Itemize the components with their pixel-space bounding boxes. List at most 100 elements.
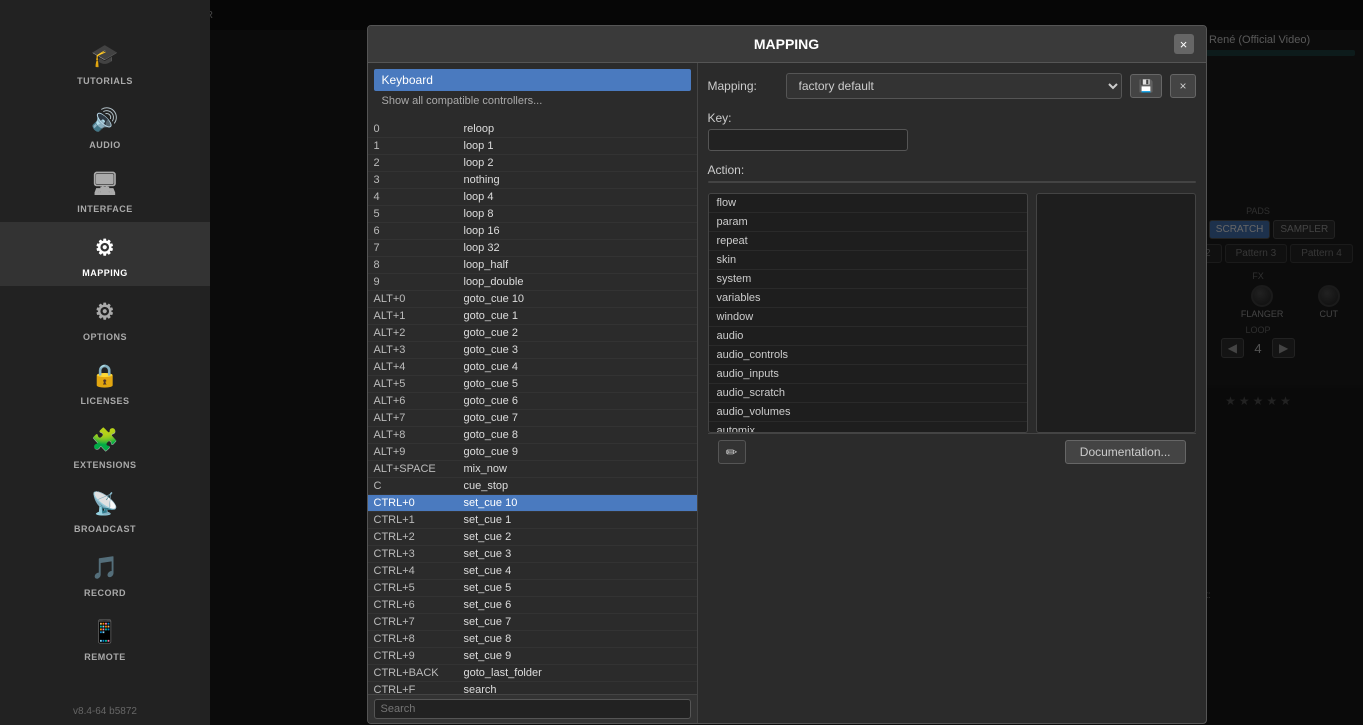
show-compatible-link[interactable]: Show all compatible controllers... bbox=[374, 91, 691, 115]
tutorials-icon: 🎓 bbox=[89, 40, 121, 72]
nav-item-audio[interactable]: 🔊 AUDIO bbox=[0, 94, 210, 158]
binding-row[interactable]: ALT+8 goto_cue 8 bbox=[368, 427, 697, 444]
modal-close-btn[interactable]: × bbox=[1174, 34, 1194, 54]
binding-row[interactable]: 2 loop 2 bbox=[368, 155, 697, 172]
binding-row[interactable]: CTRL+9 set_cue 9 bbox=[368, 648, 697, 665]
binding-row[interactable]: CTRL+3 set_cue 3 bbox=[368, 546, 697, 563]
binding-key: CTRL+4 bbox=[374, 565, 464, 577]
binding-row[interactable]: 4 loop 4 bbox=[368, 189, 697, 206]
mapping-select[interactable]: factory default custom 1 custom 2 bbox=[786, 73, 1122, 99]
extensions-icon: 🧩 bbox=[89, 424, 121, 456]
binding-row[interactable]: 0 reloop bbox=[368, 121, 697, 138]
binding-row[interactable]: 1 loop 1 bbox=[368, 138, 697, 155]
action-list-item[interactable]: flow bbox=[709, 194, 1027, 213]
binding-row[interactable]: ALT+SPACE mix_now bbox=[368, 461, 697, 478]
nav-item-tutorials[interactable]: 🎓 TUTORIALS bbox=[0, 30, 210, 94]
action-list-sub[interactable] bbox=[1036, 193, 1196, 433]
binding-row[interactable]: 8 loop_half bbox=[368, 257, 697, 274]
binding-row[interactable]: ALT+1 goto_cue 1 bbox=[368, 308, 697, 325]
binding-action: set_cue 9 bbox=[464, 650, 691, 662]
binding-row[interactable]: CTRL+4 set_cue 4 bbox=[368, 563, 697, 580]
binding-action: set_cue 1 bbox=[464, 514, 691, 526]
action-label: Action: bbox=[708, 163, 1196, 177]
binding-action: loop 2 bbox=[464, 157, 691, 169]
binding-key: 1 bbox=[374, 140, 464, 152]
action-list-item[interactable]: system bbox=[709, 270, 1027, 289]
binding-key: 4 bbox=[374, 191, 464, 203]
binding-key: 2 bbox=[374, 157, 464, 169]
binding-key: C bbox=[374, 480, 464, 492]
binding-row[interactable]: CTRL+0 set_cue 10 bbox=[368, 495, 697, 512]
binding-row[interactable]: 3 nothing bbox=[368, 172, 697, 189]
binding-row[interactable]: CTRL+1 set_cue 1 bbox=[368, 512, 697, 529]
binding-row[interactable]: ALT+3 goto_cue 3 bbox=[368, 342, 697, 359]
action-list-item[interactable]: audio_controls bbox=[709, 346, 1027, 365]
binding-row[interactable]: ALT+2 goto_cue 2 bbox=[368, 325, 697, 342]
binding-row[interactable]: ALT+6 goto_cue 6 bbox=[368, 393, 697, 410]
action-text-area[interactable] bbox=[708, 181, 1196, 183]
nav-item-licenses[interactable]: 🔒 LICENSES bbox=[0, 350, 210, 414]
action-list-item[interactable]: audio_scratch bbox=[709, 384, 1027, 403]
nav-label-record: RECORD bbox=[84, 588, 126, 598]
binding-key: CTRL+9 bbox=[374, 650, 464, 662]
documentation-btn[interactable]: Documentation... bbox=[1065, 440, 1186, 464]
search-input[interactable] bbox=[374, 699, 691, 719]
binding-row[interactable]: ALT+5 goto_cue 5 bbox=[368, 376, 697, 393]
binding-key: ALT+0 bbox=[374, 293, 464, 305]
binding-row[interactable]: CTRL+2 set_cue 2 bbox=[368, 529, 697, 546]
binding-row[interactable]: 7 loop 32 bbox=[368, 240, 697, 257]
nav-item-broadcast[interactable]: 📡 BROADCAST bbox=[0, 478, 210, 542]
binding-row[interactable]: 5 loop 8 bbox=[368, 206, 697, 223]
action-list-item[interactable]: audio_volumes bbox=[709, 403, 1027, 422]
binding-key: 7 bbox=[374, 242, 464, 254]
binding-key: CTRL+BACK bbox=[374, 667, 464, 679]
binding-row[interactable]: 9 loop_double bbox=[368, 274, 697, 291]
nav-item-mapping[interactable]: ⚙ MAPPING bbox=[0, 222, 210, 286]
action-list-item[interactable]: window bbox=[709, 308, 1027, 327]
bindings-list[interactable]: 0 reloop 1 loop 1 2 loop 2 3 nothing 4 l… bbox=[368, 121, 697, 694]
key-input[interactable] bbox=[708, 129, 908, 151]
nav-item-record[interactable]: 🎵 RECORD bbox=[0, 542, 210, 606]
action-list-main[interactable]: flowparamrepeatskinsystemvariableswindow… bbox=[708, 193, 1028, 433]
action-list-item[interactable]: skin bbox=[709, 251, 1027, 270]
action-list-item[interactable]: param bbox=[709, 213, 1027, 232]
binding-row[interactable]: ALT+4 goto_cue 4 bbox=[368, 359, 697, 376]
nav-item-options[interactable]: ⚙ OPTIONS bbox=[0, 286, 210, 350]
action-section: Action: bbox=[708, 163, 1196, 193]
nav-item-interface[interactable]: 🖥 INTERFACE bbox=[0, 158, 210, 222]
binding-row[interactable]: CTRL+F search bbox=[368, 682, 697, 694]
binding-action: goto_cue 8 bbox=[464, 429, 691, 441]
binding-row[interactable]: ALT+9 goto_cue 9 bbox=[368, 444, 697, 461]
binding-key: 5 bbox=[374, 208, 464, 220]
binding-row[interactable]: ALT+7 goto_cue 7 bbox=[368, 410, 697, 427]
action-list-item[interactable]: audio_inputs bbox=[709, 365, 1027, 384]
action-list-item[interactable]: variables bbox=[709, 289, 1027, 308]
binding-row[interactable]: CTRL+6 set_cue 6 bbox=[368, 597, 697, 614]
binding-row[interactable]: ALT+0 goto_cue 10 bbox=[368, 291, 697, 308]
keyboard-device-item[interactable]: Keyboard bbox=[374, 69, 691, 91]
nav-label-interface: INTERFACE bbox=[77, 204, 133, 214]
binding-key: ALT+4 bbox=[374, 361, 464, 373]
binding-row[interactable]: 6 loop 16 bbox=[368, 223, 697, 240]
binding-row[interactable]: CTRL+7 set_cue 7 bbox=[368, 614, 697, 631]
interface-icon: 🖥 bbox=[89, 168, 121, 200]
binding-row[interactable]: CTRL+BACK goto_last_folder bbox=[368, 665, 697, 682]
action-list-item[interactable]: audio bbox=[709, 327, 1027, 346]
binding-row[interactable]: CTRL+5 set_cue 5 bbox=[368, 580, 697, 597]
action-list-item[interactable]: automix bbox=[709, 422, 1027, 433]
binding-key: CTRL+2 bbox=[374, 531, 464, 543]
nav-item-extensions[interactable]: 🧩 EXTENSIONS bbox=[0, 414, 210, 478]
binding-key: CTRL+6 bbox=[374, 599, 464, 611]
nav-label-broadcast: BROADCAST bbox=[74, 524, 136, 534]
binding-row[interactable]: C cue_stop bbox=[368, 478, 697, 495]
broadcast-icon: 📡 bbox=[89, 488, 121, 520]
binding-row[interactable]: CTRL+8 set_cue 8 bbox=[368, 631, 697, 648]
mapping-reset-btn[interactable]: × bbox=[1170, 74, 1195, 98]
modal-backdrop: MAPPING × Keyboard Show all compatible c… bbox=[210, 0, 1363, 725]
nav-item-remote[interactable]: 📱 REMOTE bbox=[0, 606, 210, 670]
edit-icon-btn[interactable]: ✏ bbox=[718, 440, 746, 464]
app-version: v8.4-64 b5872 bbox=[73, 706, 137, 717]
mapping-save-btn[interactable]: 💾 bbox=[1130, 74, 1163, 98]
action-list-item[interactable]: repeat bbox=[709, 232, 1027, 251]
nav-label-extensions: EXTENSIONS bbox=[73, 460, 136, 470]
